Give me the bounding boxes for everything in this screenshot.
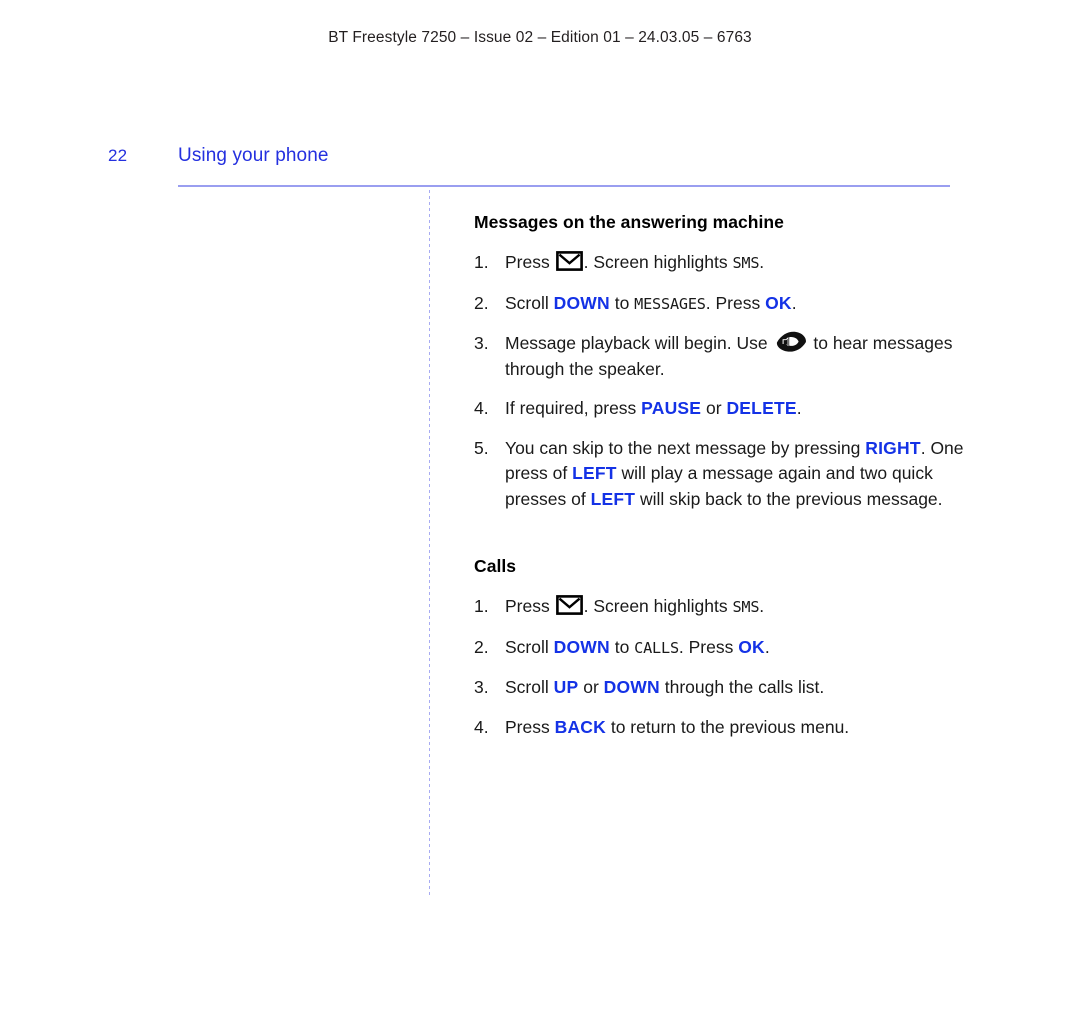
step-text: . (764, 636, 770, 657)
key-label: OK (738, 636, 765, 657)
screen-text: SMS (732, 254, 760, 272)
key-label: OK (765, 292, 792, 313)
step-number: 3. (474, 677, 489, 697)
screen-text: CALLS (634, 638, 679, 657)
header-rule (178, 185, 950, 187)
key-label: UP (553, 677, 579, 697)
body-column: Messages on the answering machine 1. Press… (474, 212, 974, 740)
step-text: Press (505, 252, 555, 272)
envelope-icon (555, 595, 583, 615)
step-item: 3. Message playback will begin. Use to he… (474, 331, 974, 382)
key-label: BACK (554, 716, 606, 737)
running-header: BT Freestyle 7250 – Issue 02 – Edition 0… (328, 29, 752, 46)
key-label: DELETE (726, 398, 797, 418)
key-label: DOWN (553, 292, 610, 313)
step-item: 1. Press . Screen highlights SMS. (474, 250, 974, 277)
key-label: RIGHT (865, 437, 921, 458)
key-label: DOWN (553, 636, 610, 657)
step-number: 1. (474, 252, 489, 272)
step-item: 5. You can skip to the next message by pr… (474, 436, 974, 513)
step-text: . (759, 596, 765, 616)
step-text: . Screen highlights (583, 252, 733, 272)
step-text: If required, press (505, 398, 642, 418)
step-text: . Press (678, 636, 739, 657)
page-number: 22 (108, 146, 128, 165)
step-item: 3. Scroll UP or DOWN through the calls li… (474, 675, 974, 701)
step-item: 2. Scroll DOWN to MESSAGES. Press OK. (474, 291, 974, 318)
section-heading: Messages on the answering machine (474, 212, 784, 232)
key-label: DOWN (603, 677, 660, 697)
numbered-step-list: 1. Press . Screen highlights SMS. 2. Scroll… (474, 594, 974, 740)
key-label: LEFT (572, 463, 617, 483)
step-number: 4. (474, 398, 489, 418)
step-text: . (759, 252, 765, 272)
step-number: 5. (474, 437, 489, 458)
step-item: 1. Press . Screen highlights SMS. (474, 594, 974, 621)
envelope-icon (555, 251, 583, 271)
step-text: Message playback will begin. Use (505, 333, 773, 353)
step-text: Scroll (505, 677, 554, 697)
step-text: or (701, 398, 727, 418)
step-text: Scroll (505, 636, 554, 657)
key-label: LEFT (590, 488, 636, 509)
step-item: 2. Scroll DOWN to CALLS. Press OK. (474, 635, 974, 662)
section-heading: Calls (474, 556, 517, 576)
step-text: will skip back to the previous message. (635, 488, 943, 509)
step-item: 4. Press BACK to return to the previous m… (474, 715, 974, 741)
step-text: Scroll (505, 292, 554, 313)
step-text: to (609, 292, 635, 313)
screen-text: MESSAGES (634, 294, 706, 313)
key-label: PAUSE (641, 398, 702, 418)
step-text: to return to the previous menu. (605, 716, 850, 737)
loudspeaker-icon (776, 331, 807, 352)
step-text: Press (505, 596, 555, 616)
step-text: . (796, 398, 802, 418)
step-text: Press (505, 716, 555, 737)
step-number: 2. (474, 292, 489, 313)
step-item: 4. If required, press PAUSE or DELETE. (474, 396, 974, 422)
step-number: 4. (474, 716, 489, 737)
step-number: 2. (474, 636, 489, 657)
step-text: You can skip to the next message by pres… (505, 437, 866, 458)
step-text: . Screen highlights (583, 596, 733, 616)
column-divider-rule (429, 190, 430, 898)
step-number: 1. (474, 596, 489, 616)
step-text: through the calls list. (659, 677, 825, 697)
step-text: to (609, 636, 635, 657)
step-text: or (578, 677, 604, 697)
screen-text: SMS (732, 598, 760, 616)
numbered-step-list: 1. Press . Screen highlights SMS. 2. Scroll… (474, 250, 974, 512)
step-number: 3. (474, 333, 489, 353)
step-text: . (791, 292, 797, 313)
chapter-title: Using your phone (178, 145, 329, 166)
step-text: . Press (705, 292, 766, 313)
